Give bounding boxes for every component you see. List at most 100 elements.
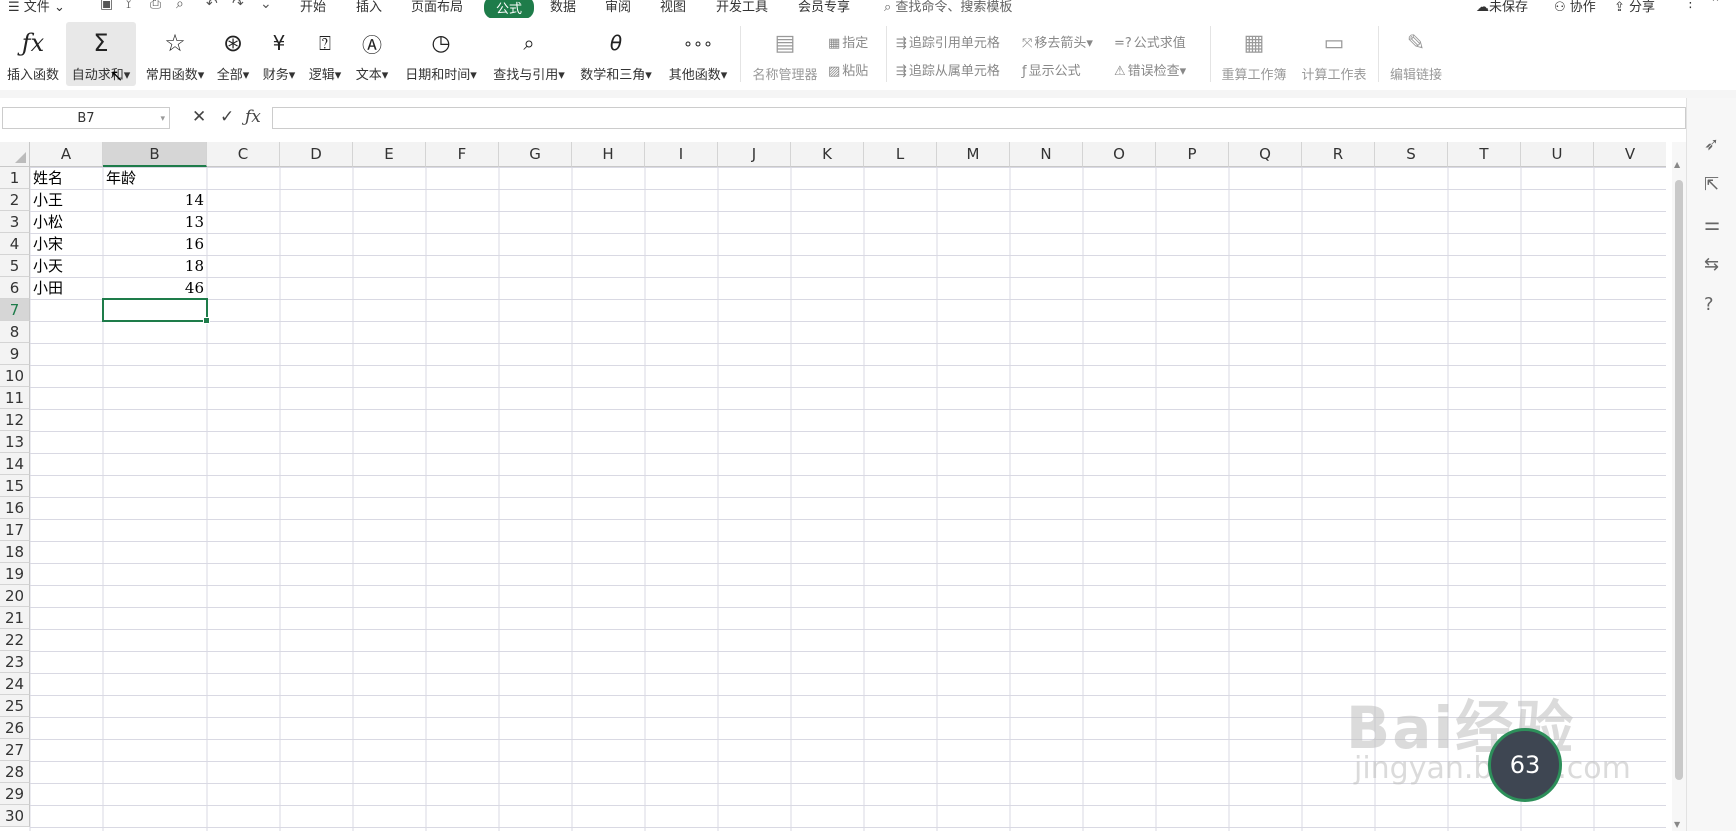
datetime-button[interactable]: ◷ 日期和时间▾ bbox=[398, 22, 484, 86]
cancel-icon[interactable]: ✕ bbox=[192, 107, 206, 127]
row-header-12[interactable]: 12 bbox=[0, 409, 30, 431]
row-header-20[interactable]: 20 bbox=[0, 585, 30, 607]
pointer-icon[interactable]: ⇱ bbox=[1704, 174, 1719, 195]
cell-a1[interactable]: 姓名 bbox=[33, 167, 63, 189]
column-header-o[interactable]: O bbox=[1083, 142, 1156, 167]
lookup-button[interactable]: ⌕ 查找与引用▾ bbox=[488, 22, 570, 86]
show-formula-button[interactable]: ƒ 显示公式 bbox=[1022, 60, 1081, 79]
column-header-a[interactable]: A bbox=[30, 142, 103, 167]
fx-icon[interactable]: ƒx bbox=[245, 107, 261, 127]
column-header-v[interactable]: V bbox=[1594, 142, 1666, 167]
column-header-i[interactable]: I bbox=[645, 142, 718, 167]
edit-links-button[interactable]: ✎ 编辑链接 bbox=[1386, 22, 1446, 86]
error-check-button[interactable]: ⚠ 错误检查▾ bbox=[1114, 60, 1186, 79]
format-painter-icon[interactable]: ⟟ bbox=[126, 0, 131, 12]
row-header-1[interactable]: 1 bbox=[0, 167, 30, 189]
row-header-17[interactable]: 17 bbox=[0, 519, 30, 541]
column-header-g[interactable]: G bbox=[499, 142, 572, 167]
row-header-18[interactable]: 18 bbox=[0, 541, 30, 563]
name-manager-button[interactable]: ▤ 名称管理器 bbox=[748, 22, 822, 86]
adjust-icon[interactable]: ⚌ bbox=[1704, 214, 1720, 235]
column-header-u[interactable]: U bbox=[1521, 142, 1594, 167]
rocket-icon[interactable]: ➶ bbox=[1704, 134, 1719, 155]
row-header-8[interactable]: 8 bbox=[0, 321, 30, 343]
row-header-9[interactable]: 9 bbox=[0, 343, 30, 365]
cell-a5[interactable]: 小天 bbox=[33, 255, 63, 277]
command-search[interactable]: ⌕ 查找命令、搜索模板 bbox=[884, 0, 1012, 15]
scroll-up-icon[interactable]: ▲ bbox=[1674, 160, 1680, 169]
math-button[interactable]: θ 数学和三角▾ bbox=[576, 22, 656, 86]
tab-view[interactable]: 视图 bbox=[660, 0, 686, 15]
assign-button[interactable]: ▦ 指定 bbox=[828, 32, 868, 51]
name-box[interactable]: B7 ▾ bbox=[2, 107, 170, 129]
row-header-2[interactable]: 2 bbox=[0, 189, 30, 211]
tab-member[interactable]: 会员专享 bbox=[798, 0, 850, 15]
tab-formula[interactable]: 公式 bbox=[484, 0, 535, 18]
row-header-19[interactable]: 19 bbox=[0, 563, 30, 585]
more-icon[interactable]: ⋮ bbox=[1684, 0, 1697, 11]
column-header-m[interactable]: M bbox=[937, 142, 1010, 167]
row-header-30[interactable]: 30 bbox=[0, 805, 30, 827]
recalc-workbook-button[interactable]: ▦ 重算工作簿 bbox=[1218, 22, 1290, 86]
trace-dependents-button[interactable]: ⇶ 追踪从属单元格 bbox=[896, 60, 1000, 79]
row-header-6[interactable]: 6 bbox=[0, 277, 30, 299]
row-header-3[interactable]: 3 bbox=[0, 211, 30, 233]
row-header-15[interactable]: 15 bbox=[0, 475, 30, 497]
common-functions-button[interactable]: ☆ 常用函数▾ bbox=[140, 22, 210, 86]
cell-b2[interactable]: 14 bbox=[103, 189, 204, 211]
logic-button[interactable]: ⍰ 逻辑▾ bbox=[304, 22, 346, 86]
cell-b1[interactable]: 年龄 bbox=[106, 167, 136, 189]
tab-home[interactable]: 开始 bbox=[300, 0, 326, 15]
tab-developer[interactable]: 开发工具 bbox=[716, 0, 768, 15]
cell-a2[interactable]: 小王 bbox=[33, 189, 63, 211]
collapse-icon[interactable]: ⌃ bbox=[1710, 0, 1721, 11]
row-header-23[interactable]: 23 bbox=[0, 651, 30, 673]
row-header-13[interactable]: 13 bbox=[0, 431, 30, 453]
column-header-l[interactable]: L bbox=[864, 142, 937, 167]
undo-icon[interactable]: ↶ bbox=[206, 0, 218, 12]
cell-a6[interactable]: 小田 bbox=[33, 277, 63, 299]
calc-sheet-button[interactable]: ▭ 计算工作表 bbox=[1296, 22, 1372, 86]
tab-data[interactable]: 数据 bbox=[550, 0, 576, 15]
tab-insert[interactable]: 插入 bbox=[356, 0, 382, 15]
column-header-j[interactable]: J bbox=[718, 142, 791, 167]
save-icon[interactable]: ▣ bbox=[100, 0, 113, 12]
column-header-r[interactable]: R bbox=[1302, 142, 1375, 167]
cell-a3[interactable]: 小松 bbox=[33, 211, 63, 233]
help-icon[interactable]: ? bbox=[1704, 294, 1714, 315]
confirm-icon[interactable]: ✓ bbox=[220, 107, 234, 127]
name-box-dropdown-icon[interactable]: ▾ bbox=[160, 108, 165, 130]
column-header-e[interactable]: E bbox=[353, 142, 426, 167]
unsaved-status[interactable]: ☁未保存 bbox=[1476, 0, 1528, 15]
row-header-11[interactable]: 11 bbox=[0, 387, 30, 409]
column-header-k[interactable]: K bbox=[791, 142, 864, 167]
cell-b5[interactable]: 18 bbox=[103, 255, 204, 277]
scroll-thumb[interactable] bbox=[1675, 180, 1683, 780]
scroll-down-icon[interactable]: ▼ bbox=[1674, 820, 1680, 829]
row-header-28[interactable]: 28 bbox=[0, 761, 30, 783]
cell-b3[interactable]: 13 bbox=[103, 211, 204, 233]
column-header-s[interactable]: S bbox=[1375, 142, 1448, 167]
print-preview-icon[interactable]: ⌕ bbox=[176, 0, 184, 12]
row-header-25[interactable]: 25 bbox=[0, 695, 30, 717]
cell-a4[interactable]: 小宋 bbox=[33, 233, 63, 255]
collab-button[interactable]: ⚇ 协作 bbox=[1554, 0, 1596, 15]
tab-review[interactable]: 审阅 bbox=[605, 0, 631, 15]
text-button[interactable]: Ⓐ 文本▾ bbox=[350, 22, 394, 86]
cell-b6[interactable]: 46 bbox=[103, 277, 204, 299]
row-header-27[interactable]: 27 bbox=[0, 739, 30, 761]
column-header-d[interactable]: D bbox=[280, 142, 353, 167]
trace-precedents-button[interactable]: ⇶ 追踪引用单元格 bbox=[896, 32, 1000, 51]
all-functions-button[interactable]: ⊛ 全部▾ bbox=[212, 22, 254, 86]
row-header-4[interactable]: 4 bbox=[0, 233, 30, 255]
row-header-16[interactable]: 16 bbox=[0, 497, 30, 519]
column-header-n[interactable]: N bbox=[1010, 142, 1083, 167]
insert-function-button[interactable]: ƒx 插入函数 bbox=[2, 22, 64, 86]
row-header-14[interactable]: 14 bbox=[0, 453, 30, 475]
row-header-10[interactable]: 10 bbox=[0, 365, 30, 387]
print-icon[interactable]: ⎙ bbox=[150, 0, 161, 12]
column-header-h[interactable]: H bbox=[572, 142, 645, 167]
transform-icon[interactable]: ⇆ bbox=[1704, 254, 1719, 275]
row-header-22[interactable]: 22 bbox=[0, 629, 30, 651]
file-menu[interactable]: ☰ 文件 ⌄ bbox=[8, 0, 65, 15]
